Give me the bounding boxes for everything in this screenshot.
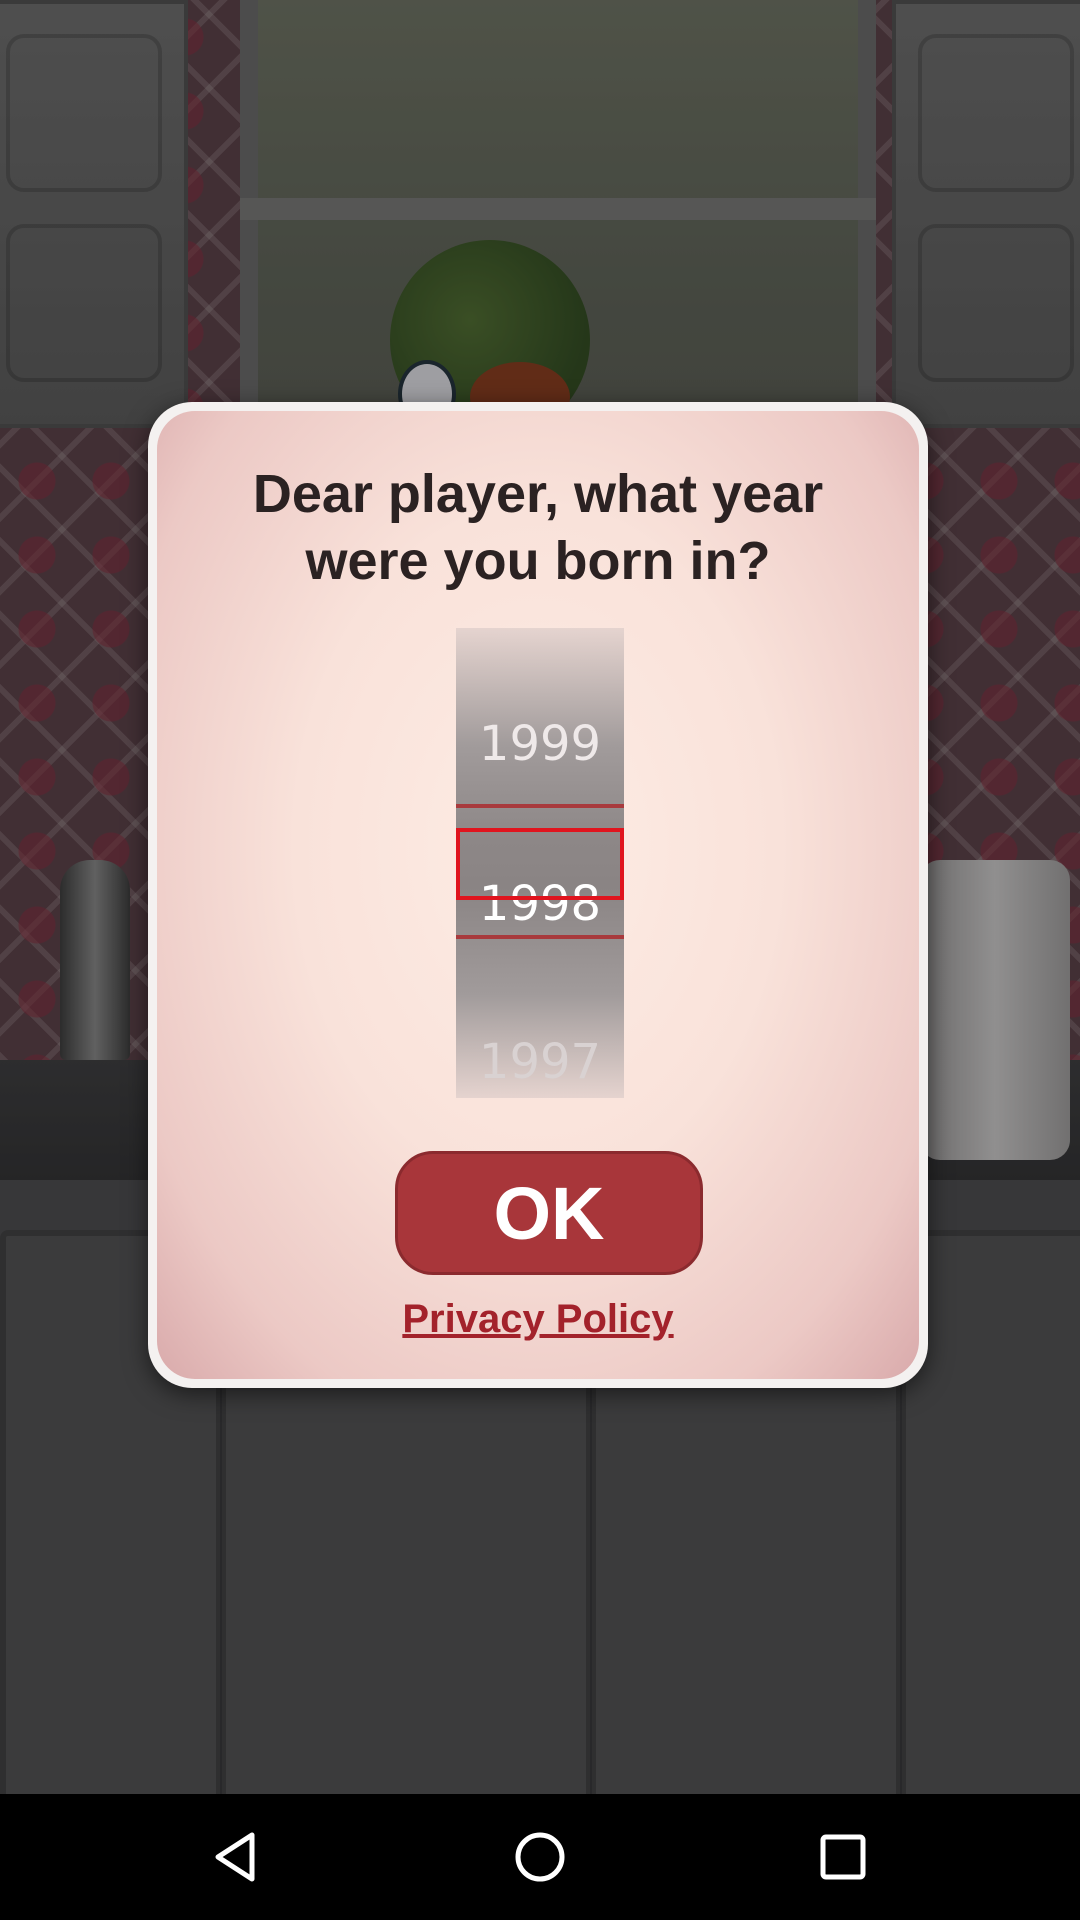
home-button[interactable] xyxy=(500,1817,580,1897)
privacy-policy-link[interactable]: Privacy Policy xyxy=(157,1297,919,1342)
back-button[interactable] xyxy=(198,1817,278,1897)
dialog-title: Dear player, what year were you born in? xyxy=(252,464,824,591)
back-triangle-icon xyxy=(215,1832,255,1882)
system-nav-bar xyxy=(0,1794,1080,1920)
recent-apps-button[interactable] xyxy=(803,1817,883,1897)
year-option-next[interactable]: 1997 xyxy=(456,1034,624,1090)
recent-apps-square-icon xyxy=(820,1834,866,1880)
birth-year-dialog: Dear player, what year were you born in?… xyxy=(148,402,928,1388)
dialog-panel: Dear player, what year were you born in?… xyxy=(157,411,919,1379)
home-circle-icon xyxy=(515,1832,565,1882)
focus-highlight-box xyxy=(456,828,624,900)
selection-line-bottom xyxy=(456,935,624,939)
year-option-previous[interactable]: 1999 xyxy=(456,716,624,772)
selection-line-top xyxy=(456,804,624,808)
ok-button[interactable]: OK xyxy=(395,1151,703,1275)
